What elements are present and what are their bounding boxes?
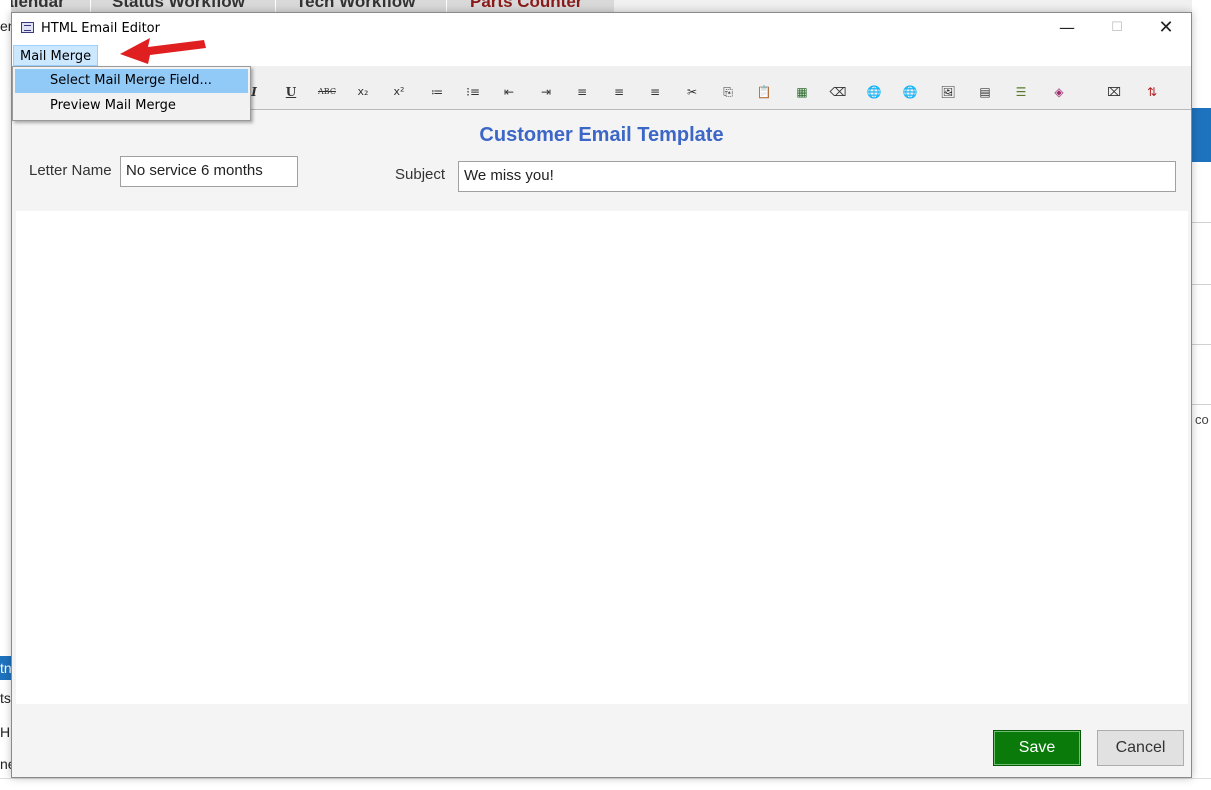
background-text-fragment: co bbox=[1195, 412, 1209, 427]
bg-tab-tech-workflow: Tech Workflow bbox=[296, 0, 416, 11]
template-header-form: Customer Email Template Letter Name No s… bbox=[12, 110, 1191, 209]
bg-tab-separator bbox=[275, 0, 276, 12]
bullet-list-icon[interactable]: ⁝≡ bbox=[463, 83, 483, 101]
bg-tab-separator bbox=[90, 0, 91, 12]
background-bottom-strip bbox=[0, 778, 1211, 790]
background-divider bbox=[1192, 344, 1211, 345]
background-text-fragment: en bbox=[0, 18, 11, 34]
cut-icon[interactable]: ✂ bbox=[682, 83, 702, 101]
letter-name-label: Letter Name bbox=[29, 162, 112, 179]
remove-link-icon[interactable]: 🌐 bbox=[900, 83, 920, 101]
select-all-icon[interactable]: ▦ bbox=[792, 83, 812, 101]
insert-table-icon[interactable]: ▤ bbox=[975, 83, 995, 101]
save-button[interactable]: Save bbox=[993, 730, 1081, 766]
insert-link-icon[interactable]: 🌐 bbox=[864, 83, 884, 101]
menu-item-preview-mail-merge[interactable]: Preview Mail Merge bbox=[15, 94, 248, 118]
horizontal-rule-icon[interactable]: ☰ bbox=[1011, 83, 1031, 101]
background-divider bbox=[1192, 404, 1211, 405]
page-title: Customer Email Template bbox=[479, 124, 724, 146]
copy-icon[interactable]: ⎘ bbox=[718, 83, 738, 101]
source-view-icon[interactable]: ⌧ bbox=[1104, 83, 1124, 101]
menu-mail-merge[interactable]: Mail Merge bbox=[13, 45, 99, 66]
background-divider bbox=[1192, 284, 1211, 285]
cancel-button[interactable]: Cancel bbox=[1097, 730, 1184, 766]
menu-item-select-mail-merge-field[interactable]: Select Mail Merge Field... bbox=[15, 69, 248, 93]
html-email-editor-window: HTML Email Editor — ☐ ✕ Mail Merge I U A… bbox=[11, 12, 1192, 778]
background-divider bbox=[1192, 222, 1211, 223]
close-button[interactable]: ✕ bbox=[1143, 13, 1189, 43]
eraser-icon[interactable]: ⌫ bbox=[828, 83, 848, 101]
paste-icon[interactable]: 📋 bbox=[754, 83, 774, 101]
app-window-icon bbox=[21, 22, 34, 33]
find-replace-icon[interactable]: ⇅ bbox=[1142, 83, 1162, 101]
minimize-button[interactable]: — bbox=[1044, 13, 1090, 43]
numbered-list-icon[interactable]: ≔ bbox=[427, 83, 447, 101]
background-blue-bar bbox=[1192, 108, 1211, 162]
background-text-fragment: ne bbox=[0, 756, 11, 772]
red-arrow-annotation bbox=[120, 38, 206, 64]
background-text-fragment: H bbox=[0, 724, 11, 740]
background-tab-strip: Calendar Status Workflow Tech Workflow P… bbox=[0, 0, 614, 12]
align-right-icon[interactable]: ≡ bbox=[645, 83, 665, 101]
indent-icon[interactable]: ⇥ bbox=[536, 83, 556, 101]
mail-merge-dropdown: Select Mail Merge Field... Preview Mail … bbox=[12, 66, 251, 121]
bg-tab-status-workflow: Status Workflow bbox=[112, 0, 245, 11]
subscript-icon[interactable]: x₂ bbox=[353, 83, 373, 101]
outdent-icon[interactable]: ⇤ bbox=[499, 83, 519, 101]
subject-field[interactable]: We miss you! bbox=[458, 161, 1176, 192]
superscript-icon[interactable]: x² bbox=[389, 83, 409, 101]
insert-image-icon[interactable]: 🖼 bbox=[938, 83, 958, 101]
bg-tab-parts-counter: Parts Counter bbox=[470, 0, 583, 11]
letter-name-field[interactable]: No service 6 months bbox=[120, 156, 298, 187]
background-text-fragment: ts bbox=[0, 690, 11, 706]
maximize-button[interactable]: ☐ bbox=[1094, 13, 1140, 43]
subject-label: Subject bbox=[395, 166, 446, 183]
special-char-icon[interactable]: ◈ bbox=[1049, 83, 1069, 101]
align-center-icon[interactable]: ≡ bbox=[609, 83, 629, 101]
strikethrough-icon[interactable]: ABC bbox=[317, 83, 337, 101]
underline-icon[interactable]: U bbox=[281, 83, 301, 101]
align-left-icon[interactable]: ≡ bbox=[572, 83, 592, 101]
email-body-editor[interactable] bbox=[16, 211, 1188, 704]
bg-tab-separator bbox=[446, 0, 447, 12]
background-text-fragment: tn bbox=[0, 660, 11, 676]
